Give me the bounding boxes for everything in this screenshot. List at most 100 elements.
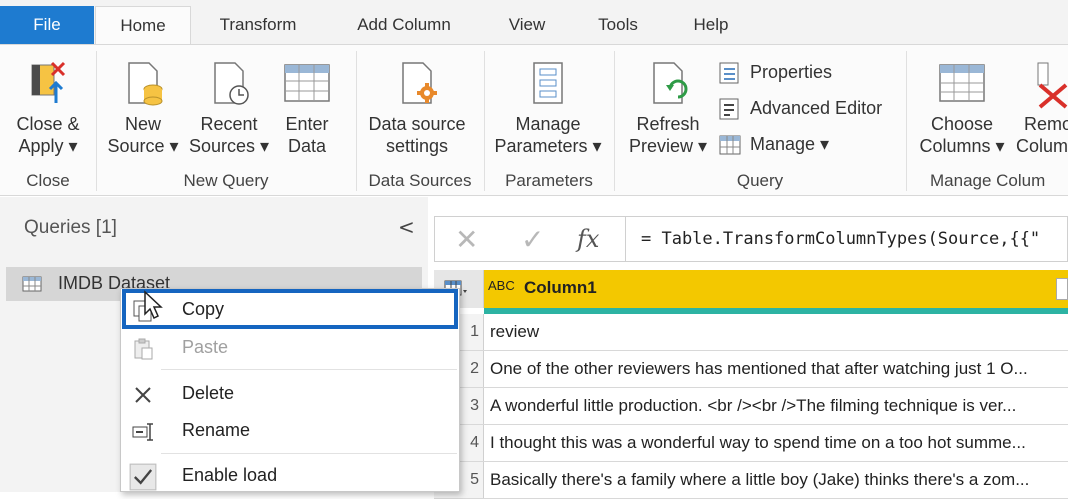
separator — [614, 51, 615, 191]
data-source-settings-button[interactable]: Data source settings — [360, 59, 474, 157]
refresh-preview-button[interactable]: Refresh Preview ▾ — [620, 59, 716, 157]
remove-columns-icon — [1037, 62, 1068, 109]
text-type-icon[interactable]: ABC — [488, 278, 515, 293]
tab-help[interactable]: Help — [682, 6, 740, 44]
enter-data-button[interactable]: Enter Data — [274, 59, 340, 157]
refresh-preview-label-1: Refresh — [636, 114, 700, 134]
menu-item-delete-label: Delete — [182, 383, 235, 403]
close-apply-label-1: Close & — [16, 114, 80, 134]
ribbon-tab-bar: File Home Transform Add Column View Tool… — [0, 0, 1068, 46]
table-row[interactable]: 1 review — [434, 314, 1068, 351]
data-source-settings-label-2: settings — [385, 136, 449, 156]
close-apply-label-2: Apply ▾ — [18, 136, 78, 156]
group-label-close: Close — [26, 171, 70, 190]
settings-gear-icon — [402, 62, 437, 104]
separator — [96, 51, 97, 191]
separator — [484, 51, 485, 191]
table-row[interactable]: 5 Basically there's a family where a lit… — [434, 462, 1068, 499]
remove-columns-button[interactable]: Remo Colum — [1014, 59, 1068, 157]
refresh-preview-label-2: Preview ▾ — [628, 136, 708, 156]
group-label-query: Query — [736, 171, 784, 190]
tab-home[interactable]: Home — [95, 6, 191, 46]
paste-icon — [134, 338, 153, 360]
advanced-editor-icon — [719, 98, 739, 120]
choose-columns-button[interactable]: Choose Columns ▾ — [912, 59, 1012, 157]
collapse-pane-button[interactable]: < — [398, 215, 415, 239]
new-source-button[interactable]: New Source ▾ — [104, 59, 182, 157]
column-header[interactable]: ABC Column1 — [434, 270, 1068, 308]
table-icon — [22, 276, 42, 292]
recent-sources-icon — [214, 62, 249, 105]
menu-item-paste-label: Paste — [182, 337, 229, 357]
table-icon — [284, 64, 330, 102]
data-grid: ABC Column1 1 review 2 One of the other … — [434, 270, 1068, 499]
manage-label: Manage ▾ — [750, 134, 830, 154]
manage-button[interactable]: Manage ▾ — [718, 131, 829, 157]
choose-columns-label-2: Columns ▾ — [919, 136, 1005, 156]
delete-x-icon — [135, 387, 151, 403]
mouse-cursor-icon — [144, 290, 163, 320]
menu-separator — [161, 369, 457, 370]
tab-add-column[interactable]: Add Column — [340, 6, 468, 44]
fx-button[interactable]: fx — [577, 225, 599, 253]
advanced-editor-button[interactable]: Advanced Editor — [718, 95, 882, 121]
row-cell[interactable]: I thought this was a wonderful way to sp… — [490, 433, 1026, 453]
choose-columns-label-1: Choose — [930, 114, 994, 134]
tab-tools[interactable]: Tools — [586, 6, 650, 44]
separator — [356, 51, 357, 191]
row-cell[interactable]: Basically there's a family where a littl… — [490, 470, 1029, 490]
table-row[interactable]: 4 I thought this was a wonderful way to … — [434, 425, 1068, 462]
properties-label: Properties — [750, 62, 833, 82]
separator — [906, 51, 907, 191]
menu-separator — [161, 453, 457, 454]
group-label-data-sources: Data Sources — [368, 171, 472, 190]
menu-item-enable-load-label: Enable load — [182, 465, 278, 485]
parameters-icon — [533, 62, 563, 104]
tab-view[interactable]: View — [496, 6, 558, 44]
tab-transform[interactable]: Transform — [204, 6, 312, 44]
column1-header-label: Column1 — [524, 278, 597, 297]
data-source-settings-label-1: Data source — [368, 114, 466, 134]
table-row[interactable]: 3 A wonderful little production. <br /><… — [434, 388, 1068, 425]
advanced-editor-label: Advanced Editor — [750, 98, 883, 118]
manage-parameters-button[interactable]: Manage Parameters ▾ — [490, 59, 606, 157]
formula-input[interactable]: = Table.TransformColumnTypes(Source,{{" — [641, 229, 1040, 249]
menu-item-rename-label: Rename — [182, 420, 251, 440]
group-label-manage-columns: Manage Colum — [930, 171, 1046, 190]
table-row[interactable]: 2 One of the other reviewers has mention… — [434, 351, 1068, 388]
close-apply-button[interactable]: Close & Apply ▾ — [8, 59, 88, 157]
properties-button[interactable]: Properties — [718, 59, 832, 85]
queries-title: Queries [1] — [24, 217, 117, 238]
row-cell[interactable]: A wonderful little production. <br /><br… — [490, 396, 1016, 416]
rename-icon — [132, 423, 153, 441]
properties-icon — [719, 62, 739, 84]
choose-columns-icon — [939, 64, 985, 102]
remove-columns-label-2: Colum — [1016, 136, 1068, 156]
menu-item-paste[interactable]: Paste — [121, 331, 459, 365]
checkmark-icon — [129, 463, 157, 491]
menu-item-rename[interactable]: Rename — [121, 414, 459, 448]
group-label-new-query: New Query — [183, 171, 269, 190]
row-cell[interactable]: One of the other reviewers has mentioned… — [490, 359, 1028, 379]
row-cell[interactable]: review — [490, 322, 539, 342]
group-label-parameters: Parameters — [505, 171, 593, 190]
column-filter-button[interactable] — [1056, 278, 1068, 300]
new-source-label-2: Source ▾ — [107, 136, 179, 156]
cancel-formula-button[interactable]: ✕ — [455, 223, 478, 256]
new-source-label-1: New — [124, 114, 161, 134]
manage-parameters-label-2: Parameters ▾ — [494, 136, 602, 156]
context-menu: Copy Paste Delete Rename Enable load — [120, 288, 460, 492]
new-source-icon — [128, 62, 163, 106]
confirm-formula-button[interactable]: ✓ — [521, 223, 544, 256]
ribbon: Close & Apply ▾ New Source ▾ Recent Sour… — [0, 44, 1068, 196]
menu-item-enable-load[interactable]: Enable load — [121, 459, 459, 493]
remove-columns-label-1: Remo — [1024, 114, 1068, 134]
recent-sources-button[interactable]: Recent Sources ▾ — [186, 59, 272, 157]
recent-sources-label-1: Recent — [200, 114, 258, 134]
copy-highlight-box — [122, 289, 458, 329]
formula-bar: ✕ ✓ fx = Table.TransformColumnTypes(Sour… — [434, 216, 1068, 262]
tab-file[interactable]: File — [0, 6, 94, 44]
manage-parameters-label-1: Manage — [515, 114, 581, 134]
menu-item-delete[interactable]: Delete — [121, 377, 459, 411]
manage-table-icon — [719, 135, 741, 155]
